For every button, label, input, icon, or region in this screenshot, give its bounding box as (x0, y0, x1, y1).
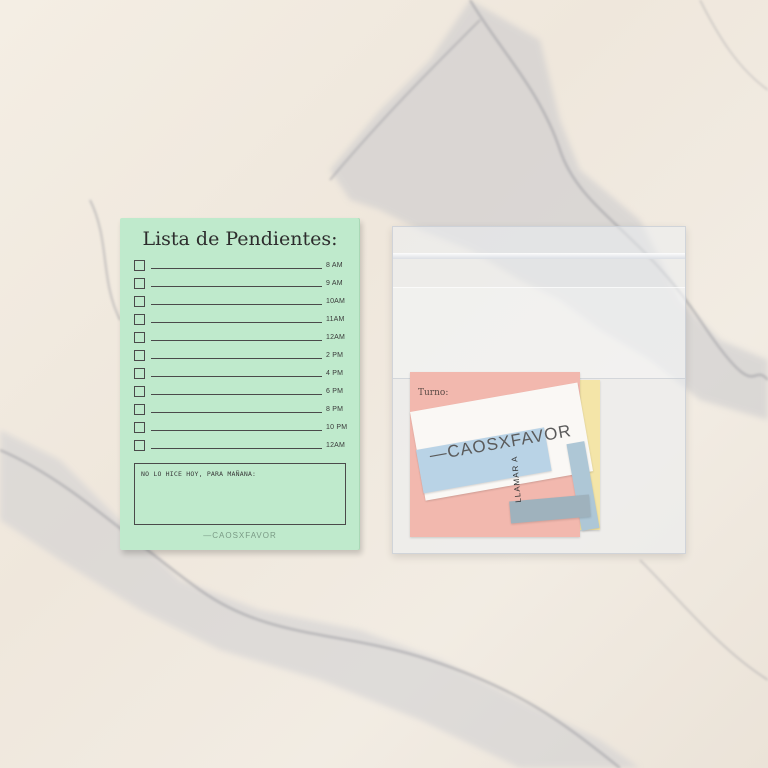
task-row: 8 PM (134, 401, 350, 419)
checkbox (134, 331, 145, 343)
time-label: 2 PM (326, 352, 344, 360)
task-line (151, 394, 322, 396)
time-label: 4 PM (326, 370, 344, 378)
task-row: 12AM (134, 437, 350, 455)
task-row: 8 AM (134, 256, 350, 274)
task-line (151, 376, 322, 378)
task-line (151, 339, 322, 341)
turno-label: Turno: (418, 388, 449, 398)
time-label: 8 PM (326, 406, 344, 414)
task-line (151, 448, 322, 450)
task-row: 10AM (134, 292, 350, 310)
time-label: 9 AM (326, 279, 343, 287)
task-line (151, 430, 322, 432)
checkbox (134, 368, 145, 380)
tomorrow-note-box: NO LO HICE HOY, PARA MAÑANA: (134, 463, 346, 525)
bag-contents: Turno: —CAOSXFAVOR LLAMAR A (410, 372, 610, 542)
checkbox (134, 440, 145, 452)
checkbox (134, 277, 145, 289)
checkbox (134, 259, 145, 271)
task-row: 10 PM (134, 419, 350, 437)
task-list: 8 AM 9 AM 10AM 11AM 12AM 2 PM 4 PM 6 PM 8 PM 10 P… (134, 256, 350, 455)
time-label: 8 AM (326, 261, 343, 269)
notepad-brand: —CAOSXFAVOR (203, 531, 277, 540)
photo-scene: Lista de Pendientes: 8 AM 9 AM 10AM 11AM 12A… (0, 0, 768, 768)
notepad-title: Lista de Pendientes: (142, 228, 338, 250)
time-label: 10AM (326, 297, 346, 305)
task-row: 12AM (134, 328, 350, 346)
time-label: 11AM (326, 315, 345, 323)
task-row: 11AM (134, 310, 350, 328)
task-row: 6 PM (134, 383, 350, 401)
task-line (151, 412, 322, 414)
checkbox (134, 295, 145, 307)
task-row: 2 PM (134, 346, 350, 364)
task-line (151, 303, 322, 305)
checkbox (134, 350, 145, 362)
time-label: 6 PM (326, 388, 344, 396)
bag-fold (393, 287, 685, 379)
checkbox (134, 404, 145, 416)
task-line (151, 358, 322, 360)
task-row: 4 PM (134, 365, 350, 383)
time-label: 10 PM (326, 424, 348, 432)
time-label: 12AM (326, 333, 346, 341)
checkbox (134, 313, 145, 325)
checkbox (134, 422, 145, 434)
task-line (151, 267, 322, 269)
todo-notepad: Lista de Pendientes: 8 AM 9 AM 10AM 11AM 12A… (120, 218, 363, 553)
tomorrow-note-label: NO LO HICE HOY, PARA MAÑANA: (141, 470, 257, 478)
bag-zip-seal (393, 253, 685, 259)
task-line (151, 321, 322, 323)
task-row: 9 AM (134, 274, 350, 292)
time-label: 12AM (326, 442, 346, 450)
checkbox (134, 386, 145, 398)
task-line (151, 285, 322, 287)
